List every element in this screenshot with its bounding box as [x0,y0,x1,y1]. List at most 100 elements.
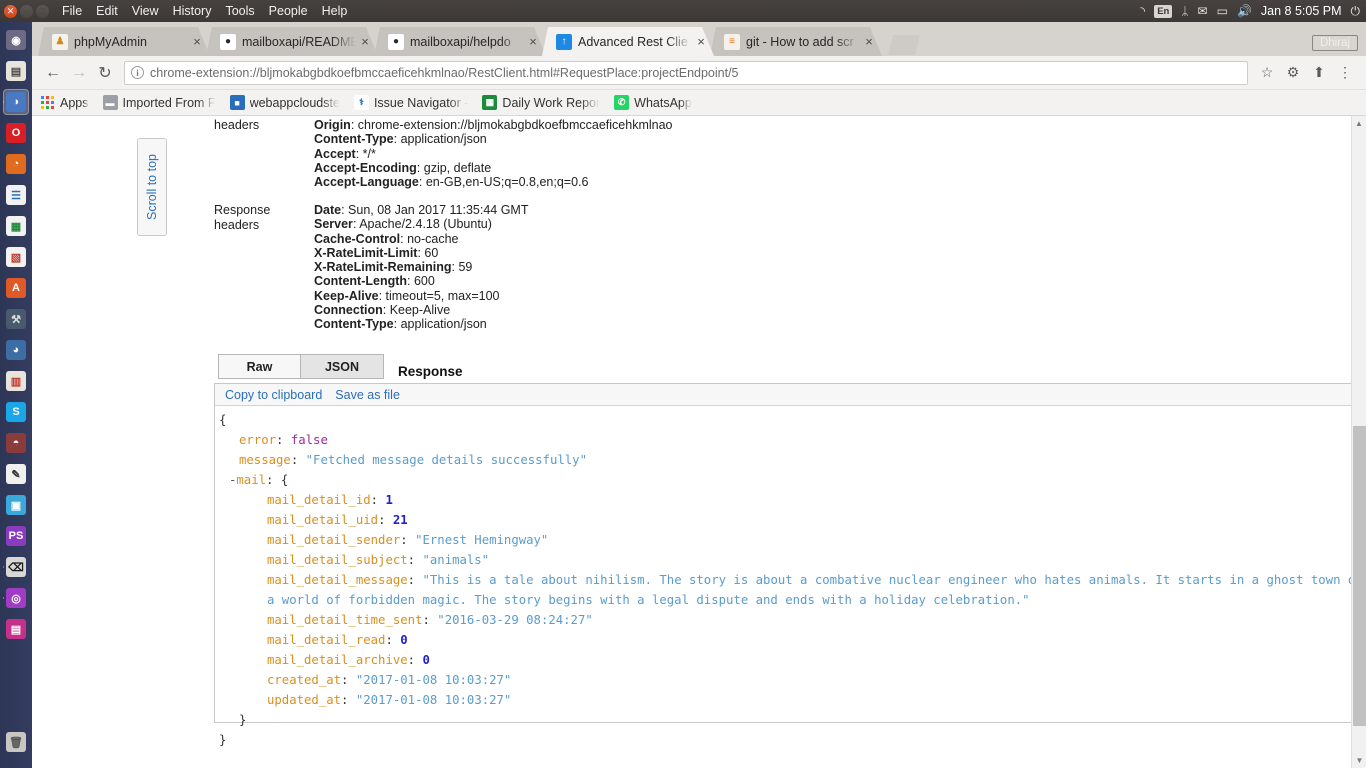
address-bar[interactable]: i chrome-extension://bljmokabgbdkoefbmcc… [124,60,1248,85]
launcher-item-dash-home[interactable]: ◉ [3,27,29,53]
github-favicon: ● [388,34,404,50]
launcher-item-files-nautilus[interactable]: ▤ [3,58,29,84]
bookmark-label: webappcloudste [249,95,340,110]
back-button[interactable]: ← [40,60,66,86]
bookmark-2[interactable]: ■ webappcloudste [229,95,340,110]
launcher-item-firefox-browser[interactable]: ◔ [3,151,29,177]
page-info-icon[interactable]: i [131,66,144,79]
battery-icon[interactable]: ▭ [1217,4,1228,18]
close-tab-icon[interactable]: × [862,34,876,49]
json-response-body[interactable]: {error: false message: "Fetched message d… [215,406,1363,750]
scrollbar-thumb[interactable] [1353,426,1366,726]
launcher-item-help-icon[interactable]: ◕ [3,337,29,363]
new-tab-button[interactable] [888,35,920,55]
menu-tools[interactable]: Tools [225,4,254,18]
browser-tab-2[interactable]: ● mailboxapi/helpdo × [374,27,546,56]
launcher-item-terminal[interactable]: ⌫ [3,554,29,580]
reload-button[interactable]: ↻ [92,60,118,86]
header-key: Keep-Alive [314,288,379,303]
header-key: Origin [314,118,351,132]
launcher-item-amazon-shortcut[interactable]: ▥ [3,368,29,394]
unity-top-panel: ✕ – □ File Edit View History Tools Peopl… [0,0,1366,22]
response-actions-bar[interactable]: Copy to clipboard Save as file [215,384,1363,406]
menu-edit[interactable]: Edit [96,4,118,18]
save-as-file-link[interactable]: Save as file [335,388,400,402]
launcher-item-mysql-workbench[interactable]: ◎ [3,585,29,611]
close-tab-icon[interactable]: × [190,34,204,49]
launcher-item-opera-browser[interactable]: O [3,120,29,146]
header-row: Content-Length: 600 [314,274,528,288]
mail-icon[interactable]: ✉ [1198,4,1208,18]
menu-people[interactable]: People [269,4,308,18]
json-line-updated_at: updated_at: "2017-01-08 10:03:27" [217,690,1363,710]
response-headers-label-line2: headers [214,218,260,232]
bookmark-0[interactable]: Apps [40,95,89,110]
wifi-icon[interactable]: ◝ [1141,4,1146,18]
tab-json[interactable]: JSON [301,354,384,379]
window-controls[interactable]: ✕ – □ [0,4,54,18]
json-key: mail_detail_subject [267,553,408,567]
bookmark-3[interactable]: ⚕ Issue Navigator - [353,95,468,110]
launcher-item-skype[interactable]: S [3,399,29,425]
browser-tab-4[interactable]: ≡ git - How to add scr × [710,27,882,56]
page-scrollbar[interactable]: ▲ ▼ [1351,116,1366,768]
header-row: Accept-Language: en-GB,en-US;q=0.8,en;q=… [314,175,673,189]
scroll-to-top-button[interactable]: Scroll to top [137,138,167,236]
launcher-item-ubuntu-software-center[interactable]: A [3,275,29,301]
bookmark-5[interactable]: ✆ WhatsApp [614,95,692,110]
address-bar-url[interactable]: chrome-extension://bljmokabgbdkoefbmccae… [150,66,739,80]
bookmark-1[interactable]: ▬ Imported From F [102,95,216,110]
clock[interactable]: Jan 8 5:05 PM [1261,4,1342,18]
close-tab-icon[interactable]: × [526,34,540,49]
profile-name-button[interactable]: Dhiraj [1311,35,1358,51]
menu-help[interactable]: Help [322,4,348,18]
launcher-item-libreoffice-writer[interactable]: ☰ [3,182,29,208]
launcher-item-workspace-switcher[interactable]: ◓ [3,430,29,456]
scrollbar-down-arrow[interactable]: ▼ [1352,753,1366,768]
global-menu-bar[interactable]: File Edit View History Tools People Help [62,4,347,18]
bookmark-star-icon[interactable]: ☆ [1254,60,1280,86]
header-row: X-RateLimit-Limit: 60 [314,246,528,260]
keyboard-layout-indicator[interactable]: En [1154,4,1173,18]
launcher-item-text-editor-gedit[interactable]: ✎ [3,461,29,487]
dash-home-icon: ◉ [6,30,26,50]
close-tab-icon[interactable]: × [694,34,708,49]
session-menu-icon[interactable]: ⏻ [1351,4,1361,19]
launcher-item-window-app[interactable]: ▤ [3,616,29,642]
header-row: Cache-Control: no-cache [314,232,528,246]
launcher-item-phpstorm[interactable]: PS [3,523,29,549]
chrome-menu-icon[interactable]: ⋮ [1332,60,1358,86]
launcher-item-trash[interactable]: 🗑 [3,729,29,755]
forward-button[interactable]: → [66,60,92,86]
browser-toolbar[interactable]: ← → ↻ i chrome-extension://bljmokabgbdko… [32,56,1366,90]
unity-launcher[interactable]: ◉ ▤ ◑ O ◔ ☰ ▦ ▧ A ⚒ ◕ ▥ S ◓ ✎ ▣ PS ⌫ ◎ ▤ 🗑 [0,22,32,768]
launcher-item-chrome-browser[interactable]: ◑ [3,89,29,115]
extension-arc-icon[interactable]: ⬆ [1306,60,1332,86]
close-tab-icon[interactable]: × [358,34,372,49]
maximize-window-button[interactable]: □ [36,4,49,18]
launcher-item-system-settings[interactable]: ⚒ [3,306,29,332]
close-window-button[interactable]: ✕ [4,4,17,18]
volume-icon[interactable]: 🔊 [1237,4,1252,18]
system-indicators[interactable]: ◝ En ᛦ ✉ ▭ 🔊 Jan 8 5:05 PM ⏻ [1141,4,1366,19]
launcher-item-archive-manager[interactable]: ▣ [3,492,29,518]
tab-raw[interactable]: Raw [218,354,301,379]
menu-history[interactable]: History [173,4,212,18]
copy-to-clipboard-link[interactable]: Copy to clipboard [225,388,322,402]
browser-tab-3[interactable]: ↑ Advanced Rest Clie × [542,27,714,56]
scrollbar-up-arrow[interactable]: ▲ [1352,116,1366,131]
gear-icon[interactable]: ⚙ [1280,60,1306,86]
tab-strip[interactable]: ♟ phpMyAdmin × ● mailboxapi/README × ● mailboxa… [32,22,1366,56]
menu-view[interactable]: View [132,4,159,18]
browser-tab-0[interactable]: ♟ phpMyAdmin × [38,27,210,56]
browser-tab-1[interactable]: ● mailboxapi/README × [206,27,378,56]
bookmarks-bar[interactable]: Apps ▬ Imported From F ■ webappcloudste ⚕ Issu… [32,90,1366,116]
menu-file[interactable]: File [62,4,82,18]
minimize-window-button[interactable]: – [20,4,33,18]
response-view-tabs[interactable]: Raw JSON Response [218,354,463,379]
bluetooth-icon[interactable]: ᛦ [1181,4,1188,18]
launcher-item-libreoffice-calc[interactable]: ▦ [3,213,29,239]
json-key: error [239,433,277,447]
bookmark-4[interactable]: ▦ Daily Work Repor [482,95,600,110]
launcher-item-libreoffice-impress[interactable]: ▧ [3,244,29,270]
